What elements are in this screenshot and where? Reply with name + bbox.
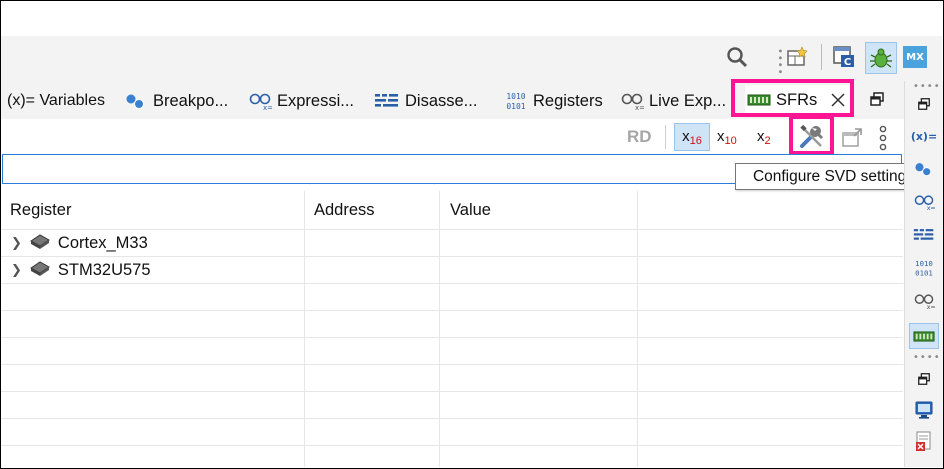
binary-format-button[interactable]: x2 — [757, 128, 771, 147]
row-divider — [1, 418, 903, 419]
column-header-value[interactable]: Value — [450, 201, 491, 220]
binary-format-label: x2 — [757, 128, 771, 147]
register-name: STM32U575 — [57, 261, 151, 279]
breakpoints-icon — [124, 91, 148, 111]
live-expressions-icon[interactable]: x= — [912, 290, 936, 312]
svg-text:C: C — [844, 57, 851, 68]
grip-dots: •••• — [913, 352, 941, 363]
restore-view-icon[interactable] — [869, 91, 885, 112]
grip-dots: •••• — [913, 81, 941, 92]
c-cpp-perspective-icon[interactable]: C — [832, 45, 856, 74]
restore-icon[interactable] — [912, 368, 936, 390]
row-divider — [1, 256, 903, 257]
expand-chevron-icon[interactable]: ❯ — [11, 263, 22, 278]
tab-expressions[interactable]: x= Expressi... — [248, 89, 354, 113]
decimal-format-button[interactable]: x10 — [717, 128, 737, 147]
read-button[interactable]: RD — [627, 127, 652, 147]
registers-icon: 1010 0101 — [504, 90, 528, 112]
chip-icon — [28, 232, 52, 255]
row-divider — [1, 283, 903, 284]
open-perspective-icon[interactable] — [785, 46, 809, 73]
disassembly-icon[interactable] — [912, 224, 936, 246]
column-divider — [439, 191, 440, 467]
sfrs-icon[interactable] — [909, 323, 939, 349]
hex-format-button[interactable]: x16 — [674, 123, 710, 151]
export-icon[interactable] — [841, 128, 863, 153]
cubemx-perspective-icon[interactable]: MX — [903, 46, 927, 68]
sfr-view-toolbar: RD x16 x10 x2 — [1, 119, 904, 154]
view-menu-icon[interactable] — [878, 125, 888, 156]
register-name: Cortex_M33 — [57, 234, 148, 252]
tab-breakpoints-label: Breakpo... — [153, 91, 229, 110]
expressions-icon[interactable]: x= — [912, 191, 936, 213]
configure-svd-highlight — [789, 115, 834, 155]
toolbar-separator-grip: •••• — [774, 48, 785, 76]
row-divider — [1, 364, 903, 365]
table-row[interactable]: ❯ Cortex_M33 — [11, 232, 148, 255]
svg-text:x=: x= — [263, 104, 272, 111]
search-icon[interactable] — [726, 46, 748, 73]
restore-icon[interactable] — [912, 93, 936, 115]
toolbar-divider — [821, 44, 822, 70]
svg-text:x=: x= — [927, 205, 935, 211]
column-divider — [304, 191, 305, 467]
expand-chevron-icon[interactable]: ❯ — [11, 236, 22, 251]
tab-breakpoints[interactable]: Breakpo... — [124, 89, 228, 113]
tab-live-expressions-label: Live Exp... — [649, 91, 727, 110]
svg-text:0101: 0101 — [915, 268, 933, 277]
debug-perspective-icon[interactable] — [865, 42, 897, 74]
svg-text:0101: 0101 — [506, 102, 525, 111]
table-row[interactable]: ❯ STM32U575 — [11, 259, 151, 282]
tab-variables[interactable]: (x)= Variables — [7, 89, 105, 113]
column-header-address[interactable]: Address — [314, 201, 375, 220]
svg-text:1010: 1010 — [506, 92, 525, 101]
mx-label: MX — [906, 51, 924, 63]
row-divider — [1, 310, 903, 311]
configure-svd-tooltip: Configure SVD settings — [735, 163, 932, 190]
tab-registers[interactable]: 1010 0101 Registers — [504, 89, 603, 113]
tab-disassembly[interactable]: Disasse... — [374, 89, 477, 113]
svg-text:x=: x= — [635, 104, 644, 111]
registers-icon[interactable]: 1010 0101 — [912, 257, 936, 279]
problems-icon[interactable] — [912, 431, 936, 453]
tab-variables-label: (x)= Variables — [7, 92, 105, 109]
row-divider — [1, 445, 903, 446]
live-expressions-icon: x= — [620, 91, 644, 111]
breakpoints-icon[interactable] — [912, 158, 936, 180]
row-divider — [1, 229, 903, 230]
sfrs-tab-highlight — [731, 79, 854, 117]
column-header-register[interactable]: Register — [10, 201, 71, 220]
decimal-format-label: x10 — [717, 128, 737, 147]
svg-text:1010: 1010 — [915, 259, 933, 268]
tab-expressions-label: Expressi... — [277, 91, 355, 110]
viewbar-divider — [665, 125, 666, 149]
tab-registers-label: Registers — [533, 91, 603, 110]
variables-icon[interactable]: (x)= — [911, 125, 937, 147]
tab-live-expressions[interactable]: x= Live Exp... — [620, 89, 726, 113]
column-divider — [637, 191, 638, 467]
minimized-views-bar: •••• (x)= x= 1010 0101 x= •••• — [904, 81, 943, 467]
svg-text:x=: x= — [927, 304, 935, 310]
main-toolbar: •••• C MX — [1, 36, 942, 81]
tab-disassembly-label: Disasse... — [405, 91, 478, 110]
row-divider — [1, 391, 903, 392]
disassembly-icon — [374, 92, 400, 110]
expressions-icon: x= — [248, 91, 272, 111]
hex-format-label: x16 — [682, 127, 702, 147]
console-icon[interactable] — [912, 399, 936, 421]
chip-icon — [28, 259, 52, 282]
row-divider — [1, 337, 903, 338]
